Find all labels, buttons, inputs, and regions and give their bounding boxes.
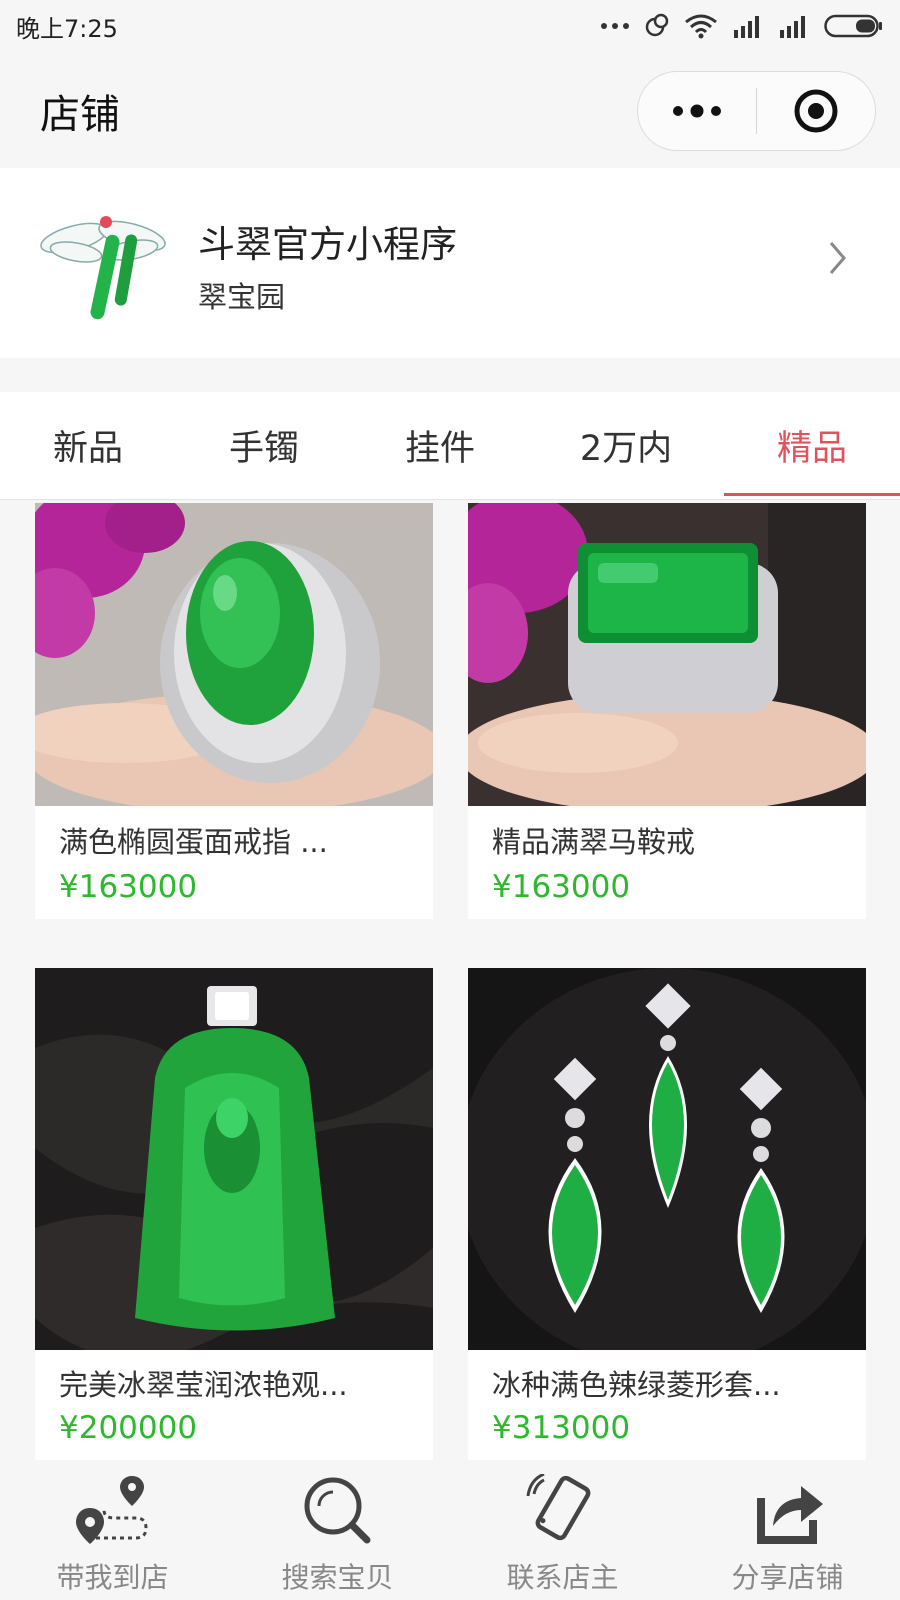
bottom-action-bar: 带我到店 搜索宝贝 联系店主 分享店铺 <box>0 1460 900 1600</box>
more-menu-button[interactable] <box>638 72 756 150</box>
contact-owner-label: 联系店主 <box>506 1561 619 1594</box>
product-price: ¥313000 <box>492 1410 631 1446</box>
product-card[interactable]: 精品满翠马鞍戒 ¥163000 <box>468 503 866 919</box>
share-store-button[interactable]: 分享店铺 <box>675 1460 900 1600</box>
target-close-icon <box>794 89 838 133</box>
product-price: ¥200000 <box>59 1410 198 1446</box>
product-price: ¥163000 <box>59 869 198 905</box>
shop-name: 斗翠官方小程序 <box>198 223 457 266</box>
nav-bar: 店铺 <box>0 52 900 168</box>
product-image <box>468 968 866 1350</box>
product-title: 精品满翠马鞍戒 <box>492 825 696 859</box>
tab-new[interactable]: 新品 <box>20 392 156 498</box>
share-store-label: 分享店铺 <box>731 1561 844 1594</box>
share-icon <box>757 1486 823 1544</box>
status-icons <box>600 13 884 39</box>
hotspot-icon <box>645 13 669 37</box>
search-items-button[interactable]: 搜索宝贝 <box>225 1460 450 1600</box>
close-mini-program-button[interactable] <box>757 72 875 150</box>
product-price: ¥163000 <box>492 869 631 905</box>
battery-icon <box>824 14 882 38</box>
page-title: 店铺 <box>40 92 120 138</box>
product-title: 满色椭圆蛋面戒指 ... <box>59 825 328 859</box>
tab-pendants[interactable]: 挂件 <box>372 392 508 498</box>
shop-header[interactable]: 斗翠官方小程序 翠宝园 <box>0 168 900 358</box>
product-image <box>468 503 866 806</box>
product-title: 完美冰翠莹润浓艳观... <box>59 1368 348 1402</box>
tab-bangles[interactable]: 手镯 <box>196 392 332 498</box>
product-card[interactable]: 满色椭圆蛋面戒指 ... ¥163000 <box>35 503 433 919</box>
more-dots-icon <box>601 23 629 29</box>
chevron-right-icon <box>829 242 846 274</box>
tab-under-20k[interactable]: 2万内 <box>548 392 704 498</box>
contact-owner-button[interactable]: 联系店主 <box>450 1460 675 1600</box>
more-dots-icon <box>673 104 721 118</box>
search-items-label: 搜索宝贝 <box>281 1561 394 1594</box>
search-icon <box>304 1477 371 1544</box>
product-image <box>35 503 433 806</box>
product-card[interactable]: 冰种满色辣绿菱形套... ¥313000 <box>468 968 866 1460</box>
product-title: 冰种满色辣绿菱形套... <box>492 1368 781 1402</box>
mini-program-capsule <box>637 71 876 151</box>
status-bar: 晚上7:25 <box>0 0 900 52</box>
navigate-to-store-label: 带我到店 <box>56 1561 169 1594</box>
product-card[interactable]: 完美冰翠莹润浓艳观... ¥200000 <box>35 968 433 1460</box>
signal-icon <box>734 16 759 38</box>
product-grid: 满色椭圆蛋面戒指 ... ¥163000 精品满翠马鞍戒 ¥163000 完美冰… <box>0 500 900 1460</box>
wifi-icon <box>685 14 717 39</box>
product-image <box>35 968 433 1350</box>
status-time: 晚上7:25 <box>16 14 118 43</box>
category-tabs: 新品 手镯 挂件 2万内 精品 <box>0 392 900 500</box>
map-route-icon <box>76 1476 148 1544</box>
shop-logo <box>40 216 166 320</box>
active-tab-indicator <box>724 493 900 496</box>
phone-icon <box>526 1474 591 1541</box>
navigate-to-store-button[interactable]: 带我到店 <box>0 1460 225 1600</box>
shop-subtitle: 翠宝园 <box>198 280 286 314</box>
signal-icon-2 <box>780 16 805 38</box>
tab-premium[interactable]: 精品 <box>744 392 880 498</box>
